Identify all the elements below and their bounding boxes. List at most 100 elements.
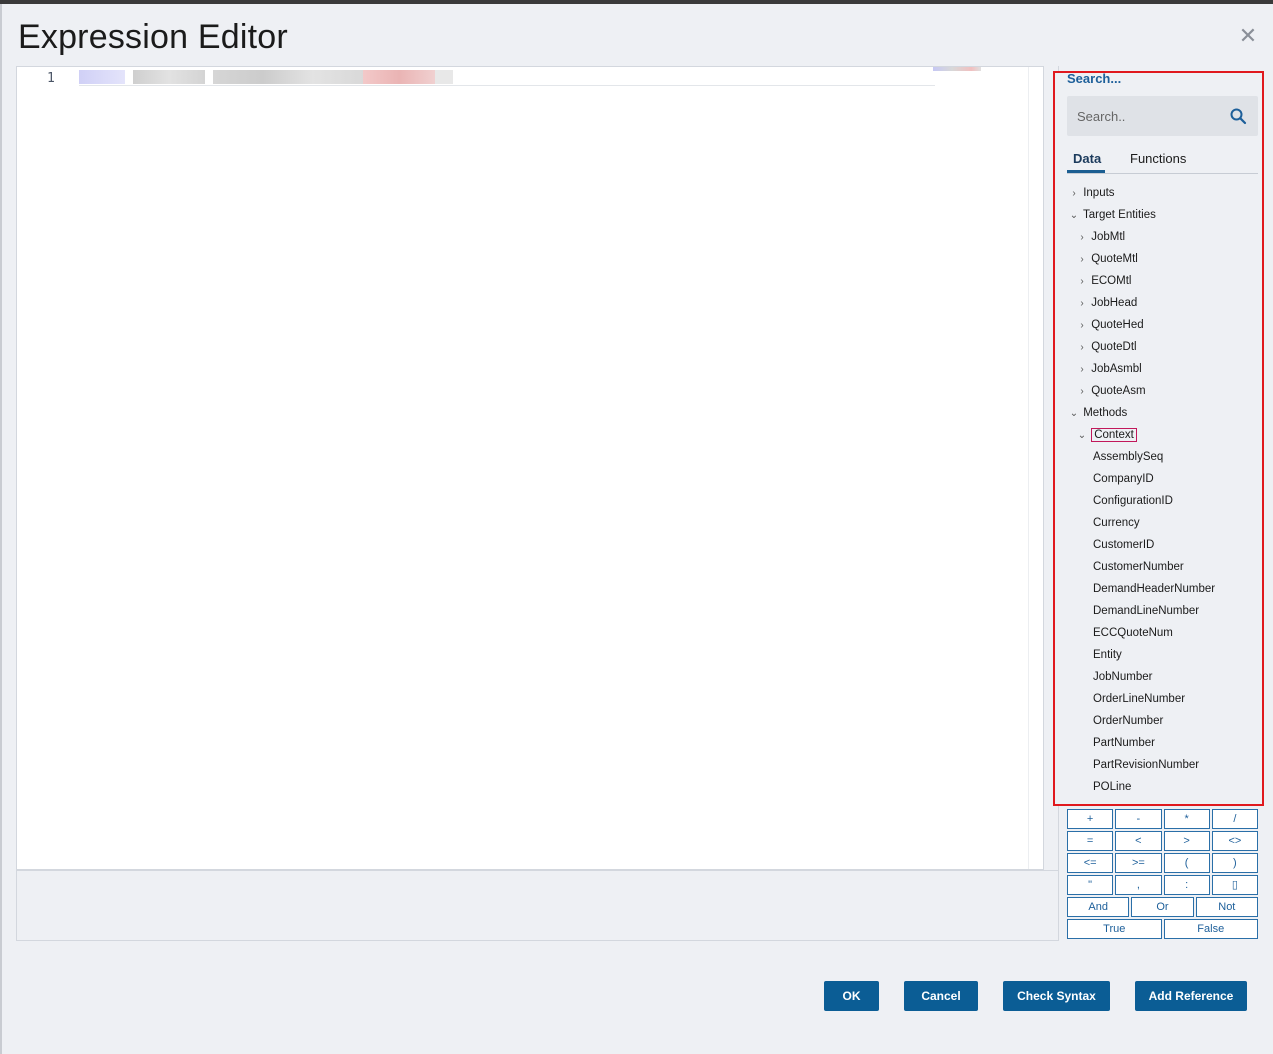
code-line-redacted[interactable] — [79, 67, 935, 86]
key-plus[interactable]: + — [1067, 809, 1114, 829]
chevron-right-icon: › — [1080, 386, 1084, 397]
tree-leaf-poline[interactable]: POLine — [1093, 777, 1131, 797]
key-colon[interactable]: : — [1163, 875, 1210, 895]
keypad-row: = < > <> — [1067, 831, 1258, 851]
tree-leaf-customerid[interactable]: CustomerID — [1093, 535, 1154, 555]
cancel-button[interactable]: Cancel — [904, 981, 978, 1011]
line-number: 1 — [47, 71, 55, 86]
chevron-right-icon: › — [1080, 364, 1084, 375]
tree-node-quotehed[interactable]: › QuoteHed — [1076, 315, 1144, 335]
check-syntax-button[interactable]: Check Syntax — [1003, 981, 1110, 1011]
key-not-equal[interactable]: <> — [1211, 831, 1258, 851]
dialog-title: Expression Editor — [18, 18, 288, 56]
expression-editor-area[interactable]: 1 — [16, 66, 1044, 870]
key-true[interactable]: True — [1067, 919, 1162, 939]
tree-node-label: Context — [1091, 428, 1137, 442]
tree-node-label: QuoteDtl — [1091, 341, 1137, 353]
tree-leaf-configurationid[interactable]: ConfigurationID — [1093, 491, 1173, 511]
add-reference-button[interactable]: Add Reference — [1135, 981, 1247, 1011]
keypad-row: " , : ▯ — [1067, 875, 1258, 895]
tree-leaf-customernumber[interactable]: CustomerNumber — [1093, 557, 1184, 577]
tree-node-label: QuoteAsm — [1091, 385, 1146, 397]
key-greater-equal[interactable]: >= — [1115, 853, 1162, 873]
tree-leaf-partnumber[interactable]: PartNumber — [1093, 733, 1155, 753]
tree-leaf-jobnumber[interactable]: JobNumber — [1093, 667, 1152, 687]
tree-node-label: ECOMtl — [1091, 275, 1132, 287]
editor-minimap — [933, 67, 981, 71]
keypad-row: <= >= ( ) — [1067, 853, 1258, 873]
tree-node-quotemtl[interactable]: › QuoteMtl — [1076, 249, 1138, 269]
chevron-right-icon: › — [1080, 276, 1084, 287]
chevron-down-icon: ⌄ — [1069, 408, 1079, 419]
tree-node-methods[interactable]: ⌄ Methods — [1068, 403, 1128, 423]
key-less-than[interactable]: < — [1115, 831, 1162, 851]
tree-node-jobasmbl[interactable]: › JobAsmbl — [1076, 359, 1142, 379]
tree-node-context[interactable]: ⌄ Context — [1076, 425, 1137, 445]
tree-node-label: QuoteMtl — [1091, 253, 1138, 265]
chevron-down-icon: ⌄ — [1077, 430, 1087, 441]
key-minus[interactable]: - — [1115, 809, 1162, 829]
key-close-paren[interactable]: ) — [1211, 853, 1258, 873]
redacted-text-segment — [435, 70, 453, 84]
redacted-text-segment — [363, 70, 435, 84]
key-comma[interactable]: , — [1115, 875, 1162, 895]
key-and[interactable]: And — [1067, 897, 1130, 917]
tree-node-target-entities[interactable]: ⌄ Target Entities — [1068, 205, 1156, 225]
chevron-right-icon: › — [1080, 232, 1084, 243]
key-not[interactable]: Not — [1195, 897, 1258, 917]
active-tab-indicator — [1067, 170, 1105, 173]
tree-leaf-currency[interactable]: Currency — [1093, 513, 1140, 533]
key-divide[interactable]: / — [1211, 809, 1258, 829]
editor-message-panel — [16, 870, 1059, 941]
key-greater-than[interactable]: > — [1163, 831, 1210, 851]
redacted-text-segment — [79, 70, 125, 84]
tree-leaf-companyid[interactable]: CompanyID — [1093, 469, 1154, 489]
tree-node-quoteasm[interactable]: › QuoteAsm — [1076, 381, 1146, 401]
keypad-row: And Or Not — [1067, 897, 1258, 917]
tree-node-ecomtl[interactable]: › ECOMtl — [1076, 271, 1131, 291]
key-multiply[interactable]: * — [1163, 809, 1210, 829]
tree-leaf-assemblyseq[interactable]: AssemblySeq — [1093, 447, 1163, 467]
chevron-right-icon: › — [1080, 320, 1084, 331]
tree-node-label: JobMtl — [1091, 231, 1126, 243]
key-placeholder[interactable]: ▯ — [1211, 875, 1258, 895]
close-icon[interactable]: ✕ — [1238, 25, 1258, 47]
tree-node-label: Inputs — [1083, 187, 1115, 199]
tree-node-quotedtl[interactable]: › QuoteDtl — [1076, 337, 1137, 357]
keypad-row: True False — [1067, 919, 1258, 939]
panel-tabs: Data Functions — [1067, 149, 1258, 174]
key-equals[interactable]: = — [1067, 831, 1114, 851]
key-or[interactable]: Or — [1131, 897, 1194, 917]
key-less-equal[interactable]: <= — [1067, 853, 1114, 873]
chevron-right-icon: › — [1080, 342, 1084, 353]
search-box — [1067, 96, 1258, 136]
key-open-paren[interactable]: ( — [1163, 853, 1210, 873]
tree-leaf-partrevisionnumber[interactable]: PartRevisionNumber — [1093, 755, 1199, 775]
tree-leaf-ordernumber[interactable]: OrderNumber — [1093, 711, 1163, 731]
tree-node-jobhead[interactable]: › JobHead — [1076, 293, 1137, 313]
tree-node-label: JobAsmbl — [1091, 363, 1142, 375]
search-icon[interactable] — [1229, 107, 1247, 125]
chevron-right-icon: › — [1072, 188, 1076, 199]
tree-leaf-orderlinenumber[interactable]: OrderLineNumber — [1093, 689, 1185, 709]
chevron-right-icon: › — [1080, 298, 1084, 309]
panel-heading: Search... — [1067, 71, 1122, 86]
tree-leaf-demandheadernumber[interactable]: DemandHeaderNumber — [1093, 579, 1215, 599]
data-browser-panel: Search... Data Functions › Inputs ⌄ Targ… — [1053, 71, 1264, 806]
tree-node-jobmtl[interactable]: › JobMtl — [1076, 227, 1125, 247]
tab-data[interactable]: Data — [1073, 151, 1101, 166]
ok-button[interactable]: OK — [824, 981, 879, 1011]
tree-node-label: QuoteHed — [1091, 319, 1144, 331]
window-top-bar — [0, 0, 1273, 4]
tree-leaf-eccquotenum[interactable]: ECCQuoteNum — [1093, 623, 1173, 643]
key-quote[interactable]: " — [1067, 875, 1114, 895]
tree-node-inputs[interactable]: › Inputs — [1068, 183, 1115, 203]
editor-scrollbar[interactable] — [1028, 67, 1043, 869]
tree-leaf-demandlinenumber[interactable]: DemandLineNumber — [1093, 601, 1199, 621]
tree-leaf-entity[interactable]: Entity — [1093, 645, 1122, 665]
search-input[interactable] — [1067, 96, 1222, 136]
tree-node-label: JobHead — [1091, 297, 1138, 309]
tab-functions[interactable]: Functions — [1130, 151, 1186, 166]
key-false[interactable]: False — [1163, 919, 1258, 939]
redacted-text-segment — [133, 70, 205, 84]
